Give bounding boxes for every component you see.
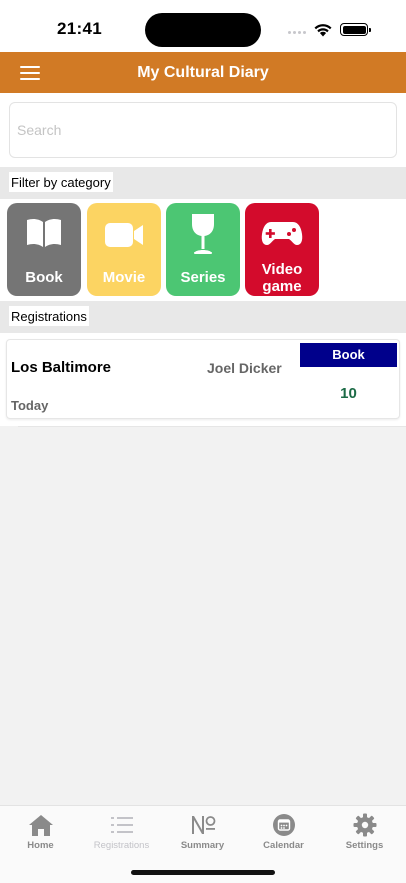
tab-registrations-label: Registrations xyxy=(93,840,150,851)
tab-calendar[interactable]: Calendar xyxy=(243,806,324,861)
category-filter-row: Book Movie Series Video game xyxy=(0,199,406,301)
gamepad-icon xyxy=(261,222,303,245)
tab-home[interactable]: Home xyxy=(0,806,81,861)
registration-title: Los Baltimore xyxy=(11,359,112,376)
registrations-label: Registrations xyxy=(9,306,89,326)
app-title: My Cultural Diary xyxy=(137,64,269,81)
dynamic-island xyxy=(145,13,261,47)
tab-calendar-label: Calendar xyxy=(263,840,304,851)
search-section xyxy=(0,93,406,167)
category-book-button[interactable]: Book xyxy=(7,203,81,296)
cellular-signal-icon xyxy=(288,31,306,34)
open-book-icon xyxy=(27,218,61,247)
registration-date: Today xyxy=(11,398,49,413)
registration-score: 10 xyxy=(340,385,357,402)
gear-icon xyxy=(353,813,376,837)
video-camera-icon xyxy=(105,223,143,247)
category-videogame-label: Video game xyxy=(261,261,303,295)
numero-icon xyxy=(191,816,215,834)
wifi-icon xyxy=(314,24,332,37)
wine-glass-icon xyxy=(192,214,214,254)
status-bar: 21:41 xyxy=(0,0,406,52)
app-header: My Cultural Diary xyxy=(0,52,406,93)
tab-registrations[interactable]: Registrations xyxy=(81,806,162,861)
tab-settings-label: Settings xyxy=(345,840,384,851)
home-indicator xyxy=(131,870,275,875)
registrations-section-header: Registrations xyxy=(0,301,406,333)
registration-author: Joel Dicker xyxy=(207,360,282,376)
tab-summary[interactable]: Summary xyxy=(162,806,243,861)
category-badge: Book xyxy=(300,343,397,367)
list-icon xyxy=(110,817,133,833)
home-icon xyxy=(28,815,53,836)
battery-icon xyxy=(340,23,371,36)
filter-label: Filter by category xyxy=(9,172,113,192)
search-input[interactable] xyxy=(9,102,397,158)
tab-summary-label: Summary xyxy=(180,840,225,851)
category-series-label: Series xyxy=(180,269,226,286)
calendar-icon xyxy=(272,814,295,836)
list-item[interactable]: Los Baltimore Joel Dicker Book 10 Today xyxy=(6,339,400,419)
category-videogame-button[interactable]: Video game xyxy=(245,203,319,296)
tab-settings[interactable]: Settings xyxy=(324,806,405,861)
category-series-button[interactable]: Series xyxy=(166,203,240,296)
category-movie-label: Movie xyxy=(102,269,146,286)
filter-section-header: Filter by category xyxy=(0,167,406,199)
registrations-list: Los Baltimore Joel Dicker Book 10 Today xyxy=(0,333,406,426)
category-movie-button[interactable]: Movie xyxy=(87,203,161,296)
category-book-label: Book xyxy=(25,269,63,286)
list-divider xyxy=(18,426,406,427)
tab-home-label: Home xyxy=(27,840,54,851)
status-time: 21:41 xyxy=(57,19,102,38)
